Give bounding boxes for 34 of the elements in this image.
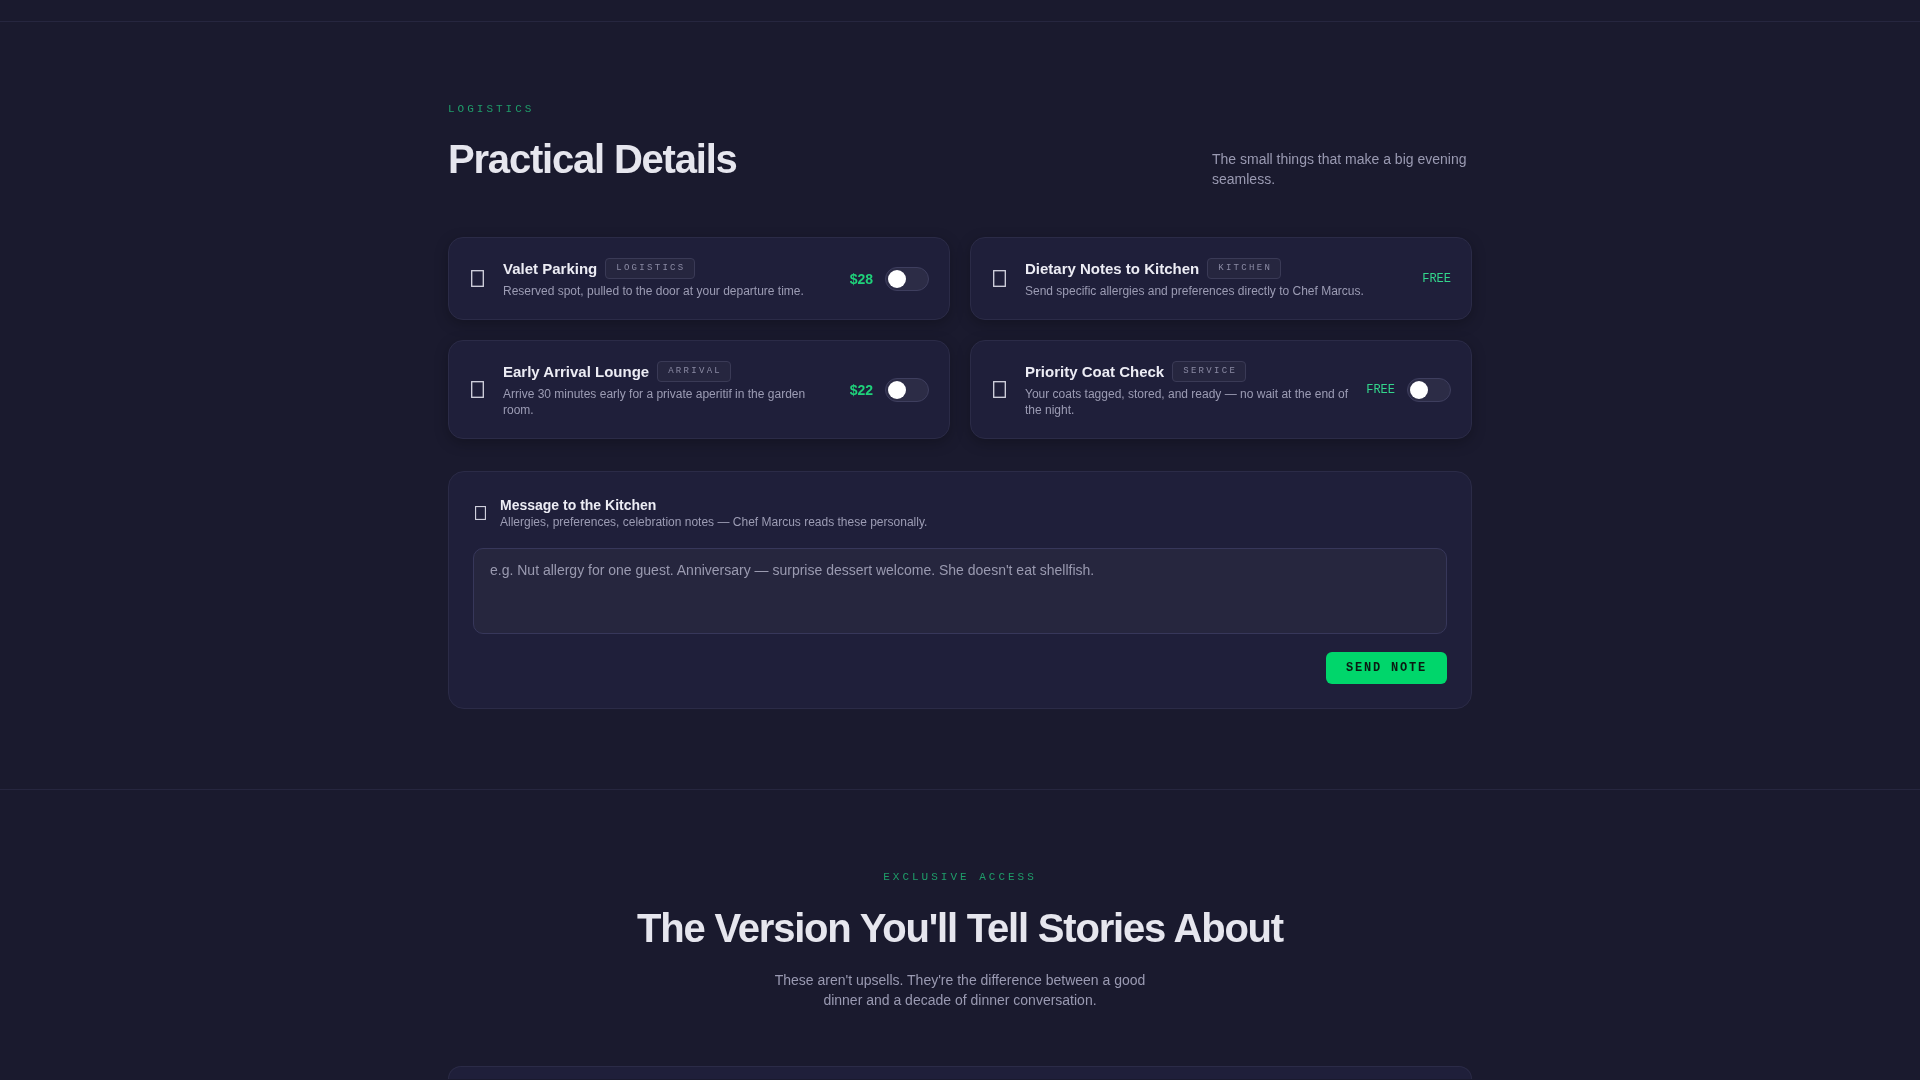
price-label: $22 bbox=[849, 381, 873, 398]
section-intro: These aren't upsells. They're the difference between a good dinner and a decade of dinner conversation. bbox=[773, 971, 1147, 1010]
rectangle-outline-icon bbox=[993, 270, 1006, 287]
section-eyebrow: EXCLUSIVE ACCESS bbox=[883, 870, 1037, 884]
price-label: FREE bbox=[1422, 271, 1451, 286]
toggle-switch[interactable] bbox=[885, 377, 929, 402]
message-field[interactable]: e.g. Nut allergy for one guest. Anniversary — surprise dessert welcome. She doesn't eat shellfish. bbox=[473, 548, 1447, 634]
category-tag: ARRIVAL bbox=[657, 361, 732, 382]
option-description: Reserved spot, pulled to the door at your departure time. bbox=[503, 283, 805, 299]
send-note-button[interactable]: SEND NOTE bbox=[1326, 652, 1447, 684]
option-description: Your coats tagged, stored, and ready — no wait at the end of the night. bbox=[1025, 386, 1350, 418]
category-tag: LOGISTICS bbox=[605, 258, 695, 279]
toggle-switch[interactable] bbox=[885, 266, 929, 291]
rectangle-outline-icon bbox=[471, 381, 484, 398]
message-subtitle: Allergies, preferences, celebration notes — Chef Marcus reads these personally. bbox=[500, 514, 928, 530]
option-title: Early Arrival Lounge bbox=[503, 361, 650, 382]
rectangle-outline-icon bbox=[993, 381, 1006, 398]
option-title: Valet Parking bbox=[503, 258, 598, 279]
price-label: $28 bbox=[849, 270, 873, 287]
section-heading: Practical Details bbox=[448, 136, 737, 183]
option-description: Arrive 30 minutes early for a private aperitif in the garden room. bbox=[503, 386, 807, 418]
rectangle-outline-icon bbox=[471, 270, 484, 287]
option-title: Dietary Notes to Kitchen bbox=[1025, 258, 1200, 279]
rectangle-outline-icon bbox=[475, 506, 486, 520]
section-subtitle: The small things that make a big evening seamless. bbox=[1212, 150, 1468, 189]
option-title: Priority Coat Check bbox=[1025, 361, 1165, 382]
category-tag: SERVICE bbox=[1172, 361, 1247, 382]
message-title: Message to the Kitchen bbox=[500, 496, 657, 514]
category-tag: KITCHEN bbox=[1207, 258, 1282, 279]
price-label: FREE bbox=[1366, 382, 1395, 397]
toggle-switch[interactable] bbox=[1407, 377, 1451, 402]
section-eyebrow: LOGISTICS bbox=[448, 102, 535, 116]
section-heading: The Version You'll Tell Stories About bbox=[637, 905, 1283, 952]
option-description: Send specific allergies and preferences directly to Chef Marcus. bbox=[1025, 283, 1365, 299]
